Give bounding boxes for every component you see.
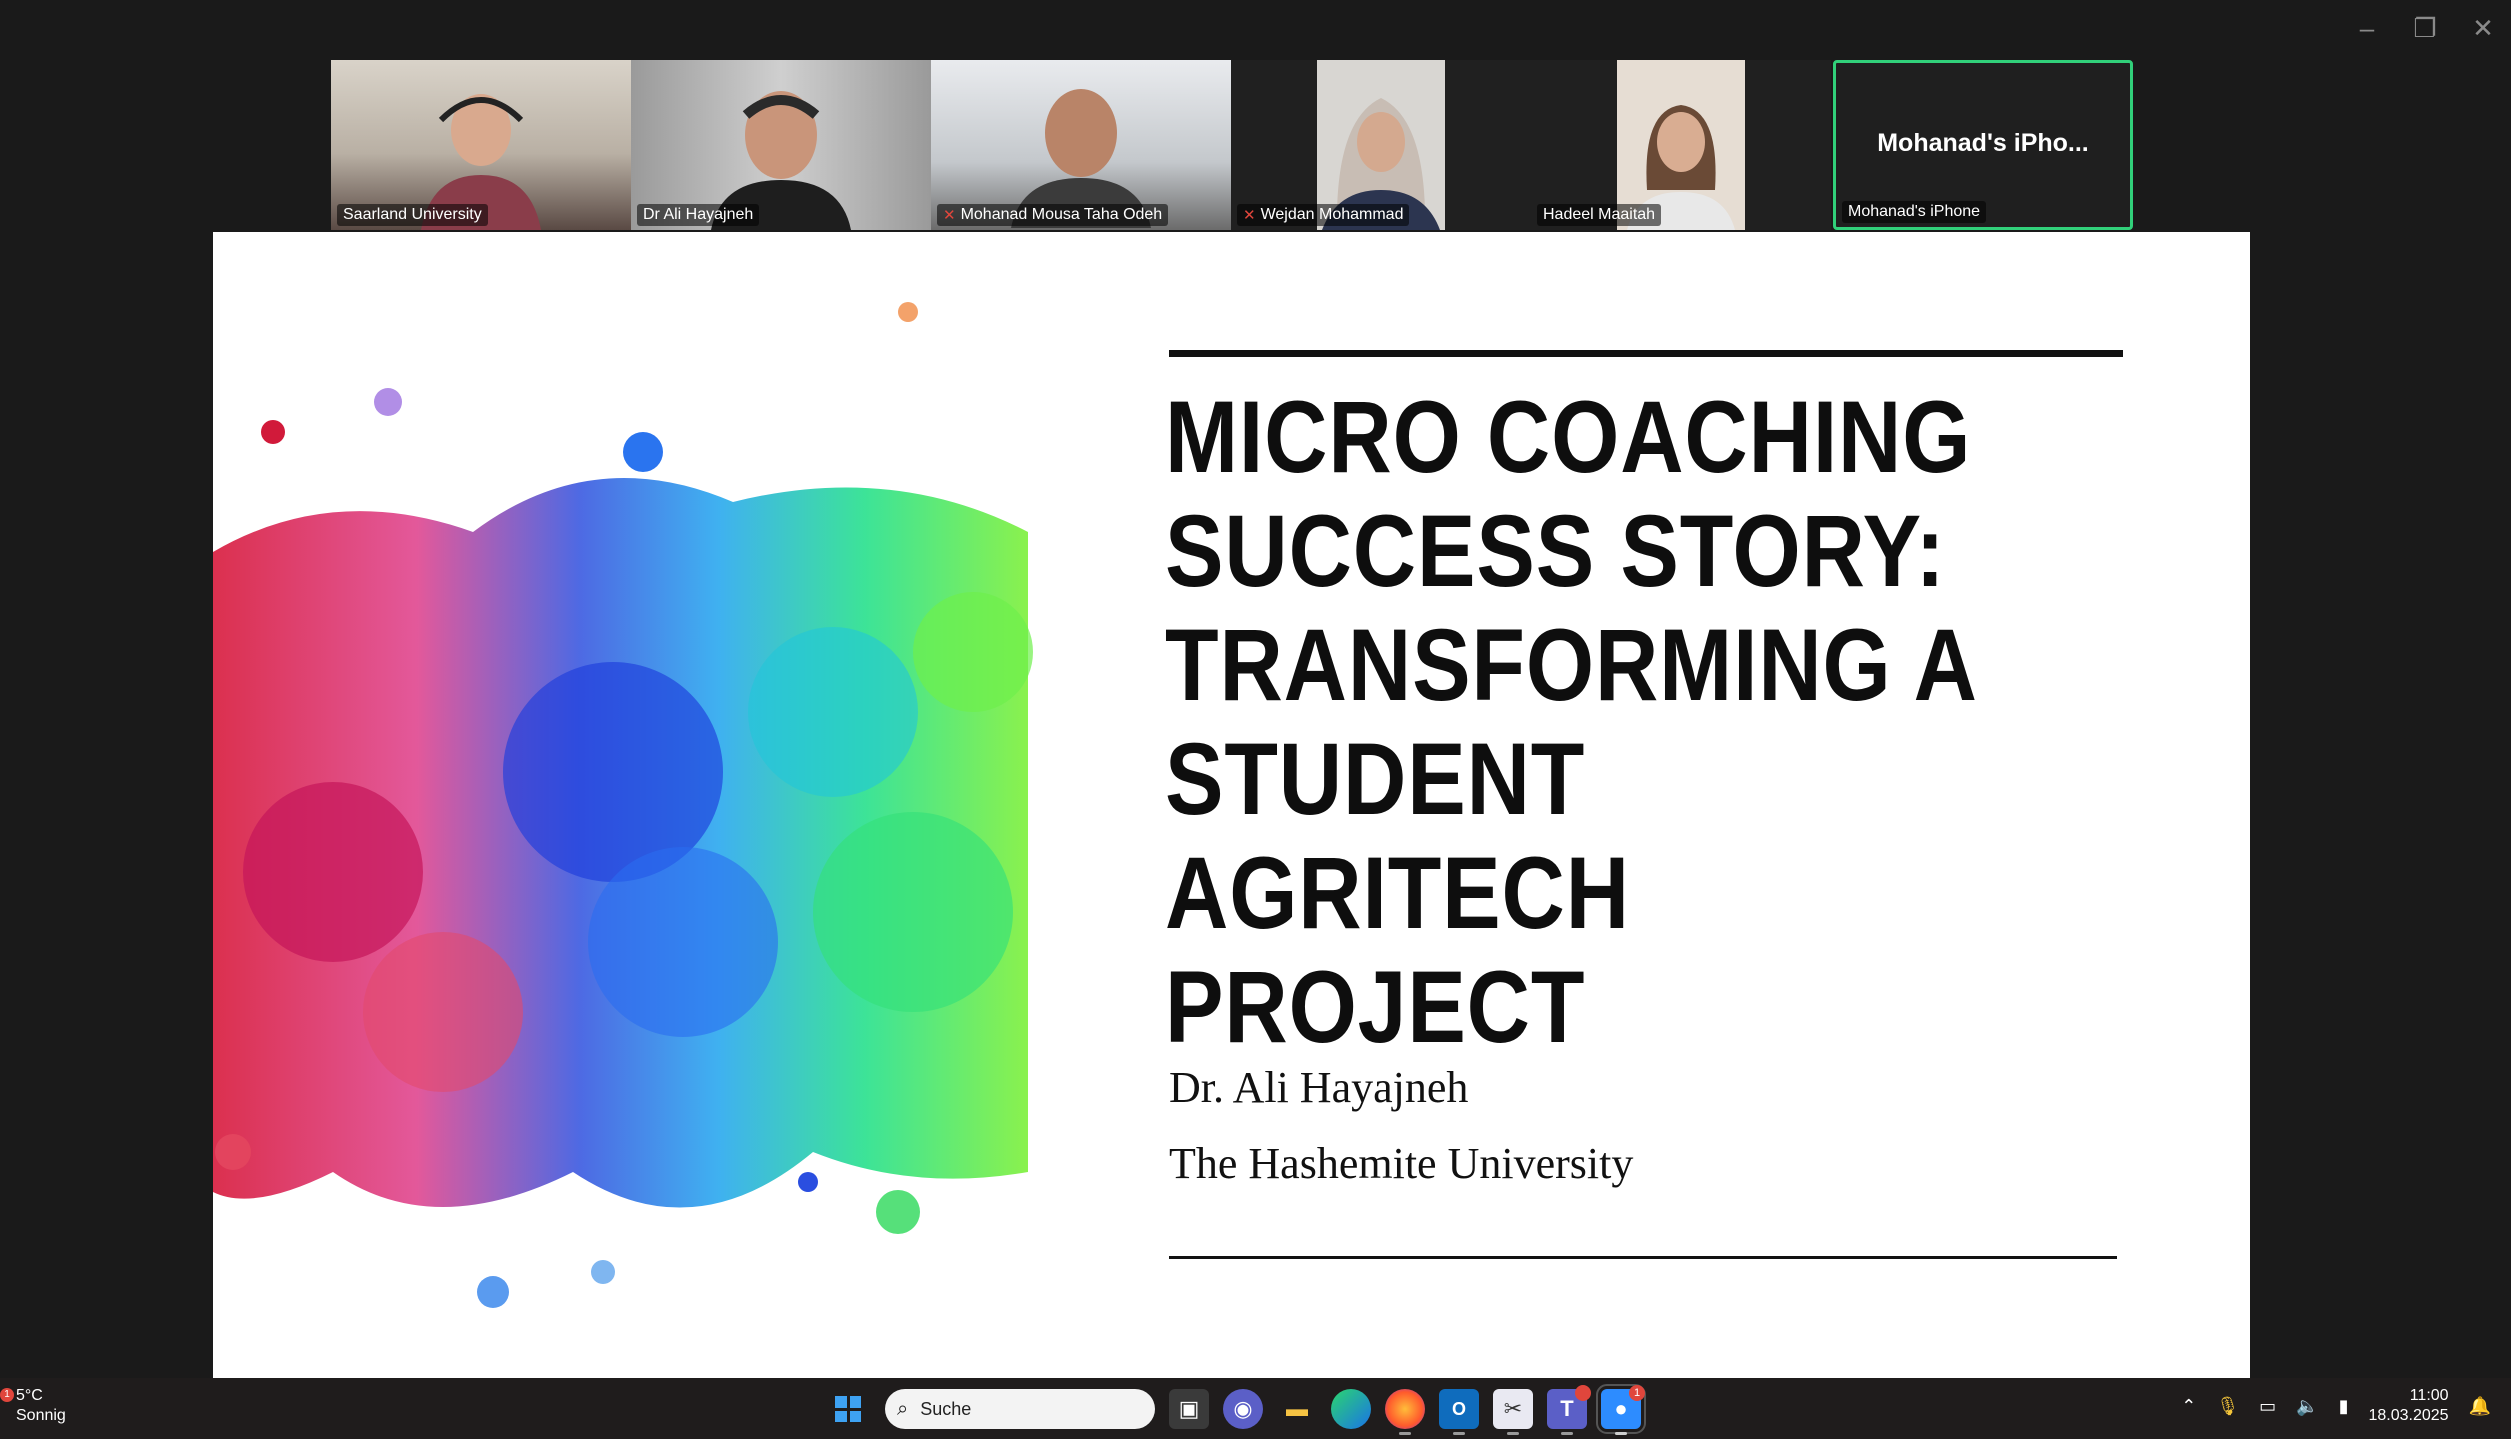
mic-off-icon: ✕ bbox=[943, 207, 956, 224]
teams-icon[interactable]: T bbox=[1547, 1385, 1591, 1435]
search-box[interactable]: ⌕ Suche bbox=[885, 1389, 1155, 1429]
close-icon[interactable]: ✕ bbox=[2467, 12, 2499, 44]
volume-icon[interactable]: 🔈 bbox=[2296, 1396, 2318, 1417]
participant-name: Saarland University bbox=[337, 204, 488, 226]
snipping-tool-icon[interactable]: ✂ bbox=[1493, 1389, 1533, 1435]
battery-icon[interactable]: ▮ bbox=[2339, 1396, 2349, 1417]
search-placeholder: Suche bbox=[920, 1398, 972, 1419]
mic-off-icon: ✕ bbox=[1243, 207, 1256, 224]
clock[interactable]: 11:00 18.03.2025 bbox=[2369, 1386, 2449, 1426]
participant-name: ✕ Wejdan Mohammad bbox=[1237, 204, 1410, 226]
clock-time: 11:00 bbox=[2409, 1387, 2449, 1404]
taskbar: 1 5°C Sonnig ⌕ Suche ▣ ◉ ▬ O ✂ T ● 1 ⌃ 🎙 … bbox=[0, 1378, 2511, 1439]
participant-tile[interactable]: Dr Ali Hayajneh bbox=[631, 60, 931, 230]
slide-author: Dr. Ali Hayajneh bbox=[1169, 1063, 1469, 1112]
weather-widget[interactable]: 1 5°C Sonnig bbox=[0, 1386, 66, 1426]
zoom-icon[interactable]: ● 1 bbox=[1596, 1384, 1646, 1435]
windows-start-icon[interactable] bbox=[825, 1386, 871, 1432]
folder-icon[interactable]: ▬ bbox=[1277, 1389, 1317, 1429]
paint-splash-image bbox=[213, 302, 1033, 1308]
task-view-icon[interactable]: ▣ bbox=[1169, 1389, 1209, 1429]
notification-bell-icon[interactable]: 🔔 bbox=[2469, 1396, 2491, 1417]
participant-name: ✕ Mohanad Mousa Taha Odeh bbox=[937, 204, 1169, 226]
participant-tile[interactable]: ✕ Wejdan Mohammad bbox=[1231, 60, 1531, 230]
title-rule-top bbox=[1169, 350, 2123, 357]
video-chat-icon[interactable]: ◉ bbox=[1223, 1389, 1263, 1429]
slide-institution: The Hashemite University bbox=[1169, 1139, 1634, 1188]
clock-date: 18.03.2025 bbox=[2368, 1407, 2449, 1424]
firefox-icon[interactable] bbox=[1385, 1389, 1425, 1435]
search-icon: ⌕ bbox=[897, 1397, 909, 1420]
shared-slide: MICRO COACHING SUCCESS STORY: TRANSFORMI… bbox=[213, 232, 2250, 1378]
participant-tile[interactable]: ✕ Mohanad Mousa Taha Odeh bbox=[931, 60, 1231, 230]
participant-strip: Saarland University Dr Ali Hayajneh ✕ Moh… bbox=[331, 60, 2133, 230]
active-speaker-display: Mohanad's iPho... bbox=[1877, 129, 2089, 157]
participant-tile[interactable]: Saarland University bbox=[331, 60, 631, 230]
participant-tile[interactable]: Hadeel Maaitah bbox=[1531, 60, 1831, 230]
participant-name: Mohanad's iPhone bbox=[1842, 201, 1987, 223]
microphone-icon[interactable]: 🎙 bbox=[2216, 1396, 2239, 1417]
edge-browser-icon[interactable] bbox=[1331, 1389, 1371, 1429]
participant-name: Hadeel Maaitah bbox=[1537, 204, 1662, 226]
weather-desc: Sonnig bbox=[16, 1407, 66, 1424]
slide-title: MICRO COACHING SUCCESS STORY: TRANSFORMI… bbox=[1165, 380, 1978, 1064]
weather-badge: 1 bbox=[0, 1388, 14, 1402]
network-icon[interactable]: ▭ bbox=[2259, 1396, 2276, 1417]
outlook-icon[interactable]: O bbox=[1439, 1389, 1479, 1435]
window-controls: – ❐ ✕ bbox=[2351, 12, 2499, 44]
minimize-icon[interactable]: – bbox=[2351, 12, 2383, 44]
restore-icon[interactable]: ❐ bbox=[2409, 12, 2441, 44]
weather-temp: 5°C bbox=[16, 1387, 43, 1404]
active-speaker-tile[interactable]: Mohanad's iPho... Mohanad's iPhone bbox=[1833, 60, 2133, 230]
title-rule-bottom bbox=[1169, 1256, 2117, 1259]
system-tray: ⌃ 🎙 ▭ 🔈 ▮ 11:00 18.03.2025 🔔 bbox=[2181, 1386, 2491, 1426]
chevron-up-icon[interactable]: ⌃ bbox=[2181, 1396, 2196, 1417]
taskbar-center: ⌕ Suche ▣ ◉ ▬ O ✂ T ● 1 bbox=[825, 1384, 1646, 1435]
participant-name: Dr Ali Hayajneh bbox=[637, 204, 760, 226]
